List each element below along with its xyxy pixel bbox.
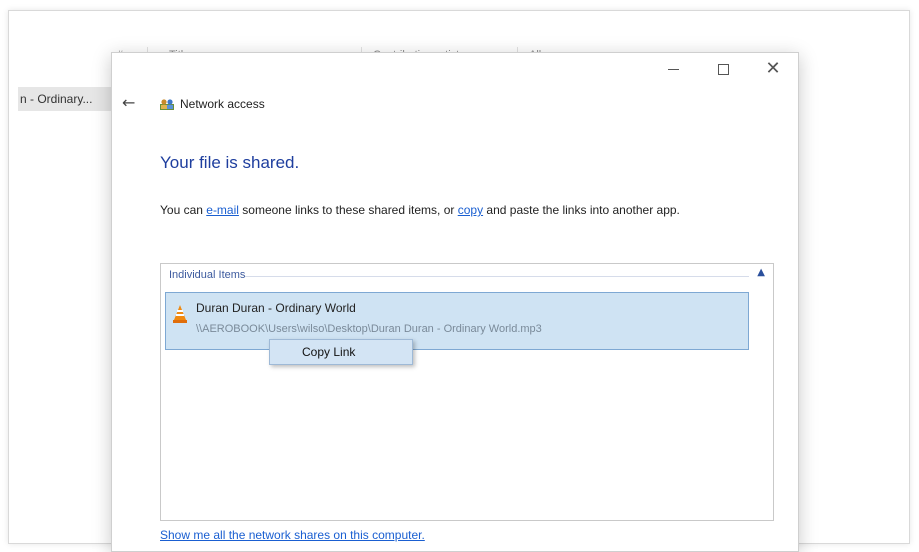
show-network-shares-link[interactable]: Show me all the network shares on this c… xyxy=(160,528,425,542)
selected-file-row[interactable]: n - Ordinary... xyxy=(18,87,120,111)
item-path: \\AEROBOOK\Users\wilso\Desktop\Duran Dur… xyxy=(196,323,542,335)
email-link[interactable]: e-mail xyxy=(206,203,239,217)
item-name: Duran Duran - Ordinary World xyxy=(196,301,356,315)
panel-header: Individual Items ▲ xyxy=(161,264,773,286)
maximize-button[interactable] xyxy=(698,53,748,85)
vlc-icon xyxy=(173,305,187,323)
close-icon: ✕ xyxy=(765,58,781,79)
panel-title: Individual Items xyxy=(169,269,246,281)
copy-link[interactable]: copy xyxy=(458,203,483,217)
description-prefix: You can xyxy=(160,203,207,217)
window-controls: ✕ xyxy=(648,53,798,85)
page-title: Your file is shared. xyxy=(160,153,300,172)
minimize-button[interactable] xyxy=(648,53,698,85)
close-button[interactable]: ✕ xyxy=(748,53,798,85)
panel-divider xyxy=(245,276,749,277)
description-middle: someone links to these shared items, or xyxy=(238,203,458,217)
network-icon xyxy=(160,99,174,110)
maximize-icon xyxy=(717,63,729,75)
shared-item-row[interactable]: Duran Duran - Ordinary World \\AEROBOOK\… xyxy=(165,292,749,350)
description-suffix: and paste the links into another app. xyxy=(483,203,680,217)
copy-link-menu-item[interactable]: Copy Link xyxy=(270,340,412,364)
individual-items-panel: Individual Items ▲ Duran Duran - Ordinar… xyxy=(160,263,774,521)
context-menu: Copy Link xyxy=(269,339,413,365)
network-access-dialog: ✕ ← Network access Your file is shared. … xyxy=(111,52,799,552)
description-text: You can e-mail someone links to these sh… xyxy=(160,203,680,217)
back-arrow-icon[interactable]: ← xyxy=(122,93,135,112)
minimize-icon xyxy=(667,68,679,70)
chevron-up-icon[interactable]: ▲ xyxy=(757,267,765,278)
breadcrumb: Network access xyxy=(160,97,265,111)
breadcrumb-label: Network access xyxy=(180,97,265,111)
